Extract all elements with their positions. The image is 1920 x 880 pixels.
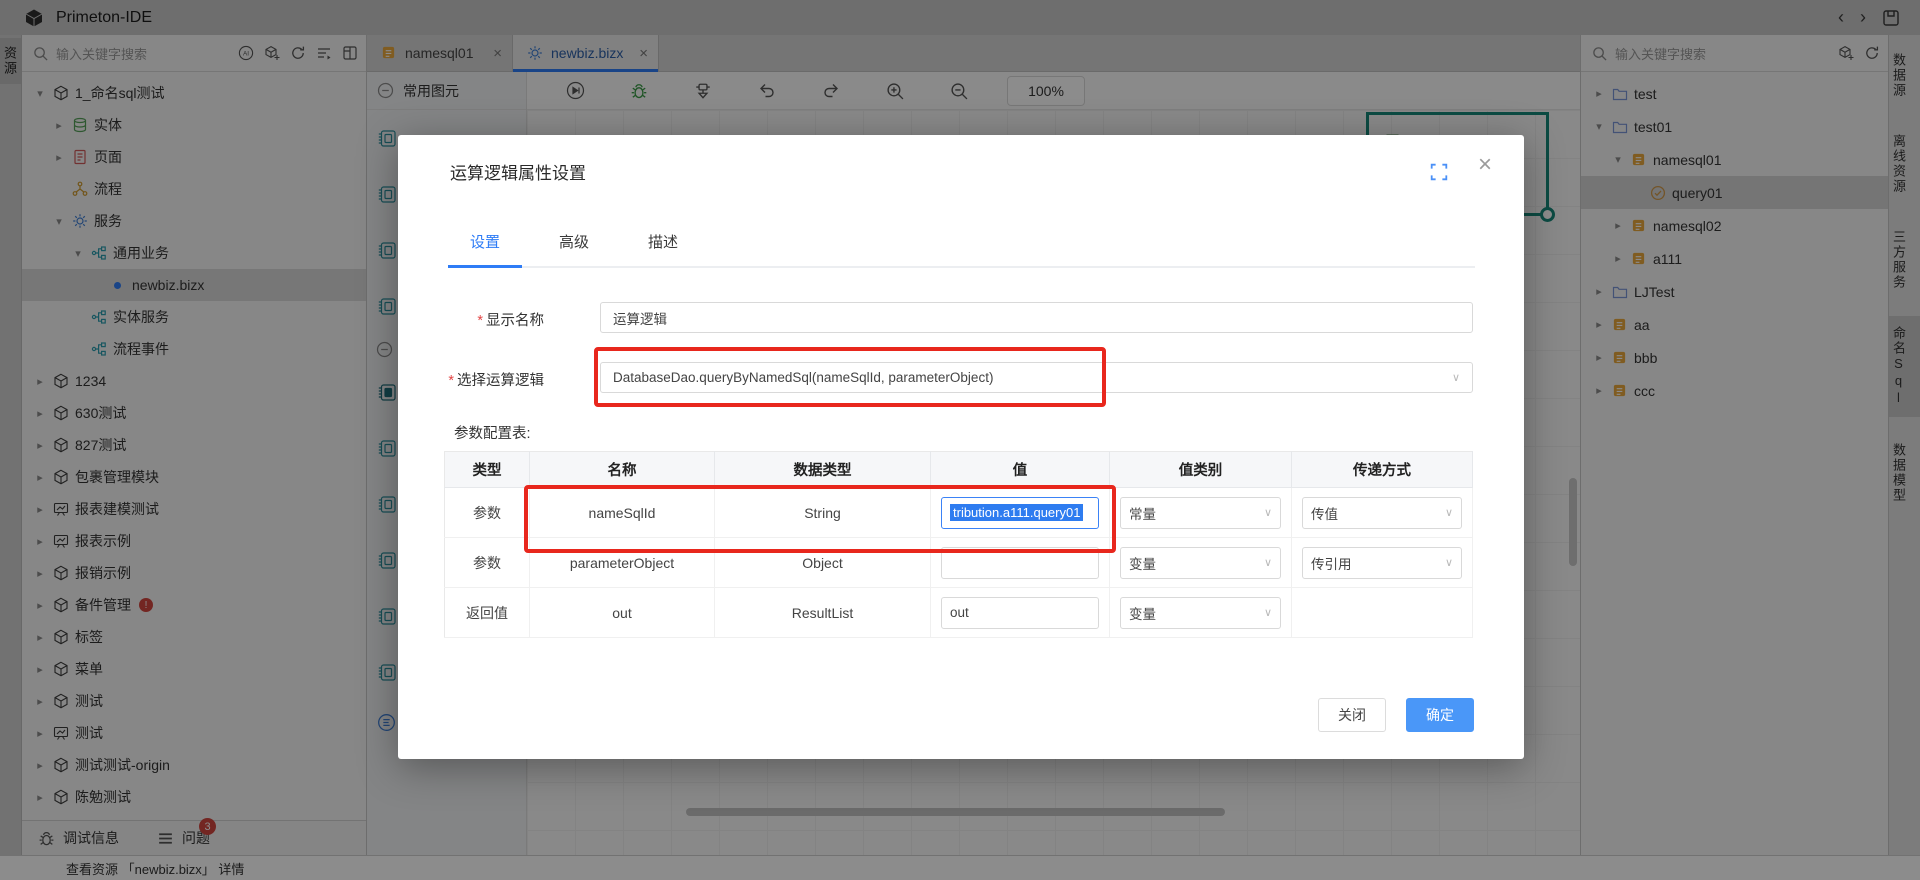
logic-select[interactable]: DatabaseDao.queryByNamedSql(nameSqlId, p… [600, 362, 1473, 393]
chevron-down-icon: ∨ [1264, 506, 1272, 519]
logic-properties-dialog: 运算逻辑属性设置 × 设置 高级 描述 *显示名称 运算逻辑 *选择运算逻辑 Dat… [398, 135, 1524, 759]
dialog-tabs: 设置 高级 描述 [454, 231, 1475, 268]
param-table: 类型名称数据类型值值类别传递方式 参数 nameSqlId String tri… [444, 451, 1473, 638]
ok-button[interactable]: 确定 [1406, 698, 1474, 732]
fullscreen-icon[interactable] [1430, 163, 1448, 181]
dialog-title: 运算逻辑属性设置 [450, 159, 586, 184]
param-data-type: Object [715, 538, 931, 588]
chevron-down-icon: ∨ [1445, 556, 1453, 569]
chevron-down-icon: ∨ [1445, 506, 1453, 519]
display-name-input[interactable]: 运算逻辑 [600, 302, 1473, 333]
display-name-label: *显示名称 [398, 309, 544, 330]
chevron-down-icon: ∨ [1264, 606, 1272, 619]
close-icon[interactable]: × [1478, 153, 1492, 177]
logic-select-label: *选择运算逻辑 [398, 369, 544, 390]
value-input[interactable] [941, 547, 1099, 579]
param-name: nameSqlId [530, 488, 715, 538]
column-header: 传递方式 [1292, 452, 1473, 488]
column-header: 名称 [530, 452, 715, 488]
value-category-select[interactable]: 变量∨ [1120, 547, 1281, 579]
value-category-select[interactable]: 常量∨ [1120, 497, 1281, 529]
nameSqlId: 参数 nameSqlId String tribution.a111.query… [445, 488, 1473, 538]
pass-mode-select[interactable]: 传引用∨ [1302, 547, 1462, 579]
chevron-down-icon: ∨ [1264, 556, 1272, 569]
param-type: 参数 [445, 538, 530, 588]
column-header: 数据类型 [715, 452, 931, 488]
param-table-label: 参数配置表: [454, 422, 531, 443]
chevron-down-icon: ∨ [1452, 371, 1460, 384]
value-input[interactable]: tribution.a111.query01 [941, 497, 1099, 529]
column-header: 类型 [445, 452, 530, 488]
column-header: 值类别 [1110, 452, 1292, 488]
column-header: 值 [931, 452, 1110, 488]
param-name: parameterObject [530, 538, 715, 588]
dialog-footer: 关闭 确定 [1318, 698, 1474, 732]
param-type: 参数 [445, 488, 530, 538]
dialog-tab[interactable]: 高级 [543, 231, 605, 252]
param-type: 返回值 [445, 588, 530, 638]
dialog-tab[interactable]: 设置 [454, 231, 516, 252]
param-data-type: ResultList [715, 588, 931, 638]
value-category-select[interactable]: 变量∨ [1120, 597, 1281, 629]
parameterObject: 参数 parameterObject Object 变量∨ 传引用∨ [445, 538, 1473, 588]
value-input[interactable]: out [941, 597, 1099, 629]
param-name: out [530, 588, 715, 638]
dialog-tab[interactable]: 描述 [632, 231, 694, 252]
param-data-type: String [715, 488, 931, 538]
close-button[interactable]: 关闭 [1318, 698, 1386, 732]
pass-mode-select[interactable]: 传值∨ [1302, 497, 1462, 529]
out: 返回值 out ResultList out 变量∨ [445, 588, 1473, 638]
